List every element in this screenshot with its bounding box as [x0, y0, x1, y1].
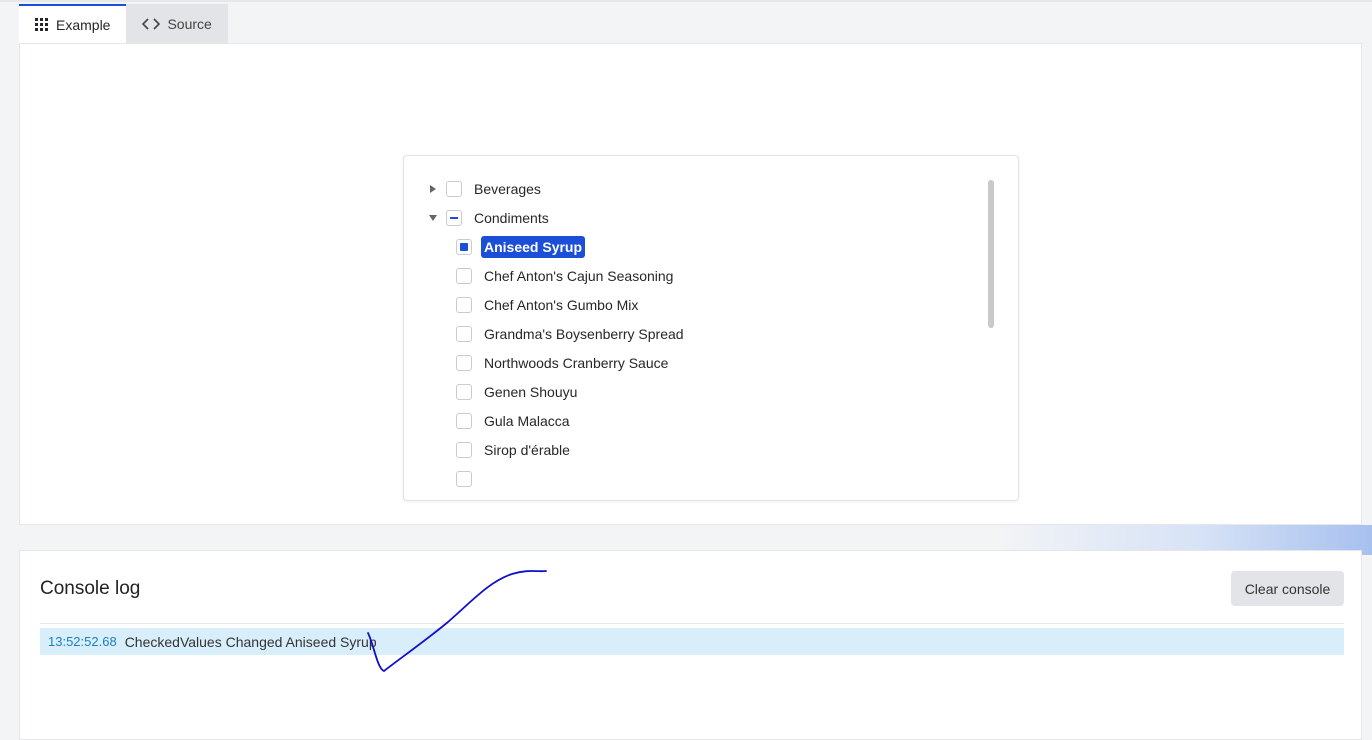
- example-panel: Beverages Condiments Aniseed Syrup Chef …: [19, 43, 1362, 525]
- tree-view: Beverages Condiments Aniseed Syrup Chef …: [403, 155, 1019, 501]
- caret-down-icon[interactable]: [426, 211, 440, 225]
- checkbox-aniseed-syrup[interactable]: [456, 238, 472, 255]
- checked-icon: [460, 242, 468, 251]
- tree-item[interactable]: Chef Anton's Gumbo Mix: [456, 290, 641, 319]
- tab-source[interactable]: Source: [126, 4, 228, 43]
- console-divider: [40, 623, 1344, 624]
- checkbox[interactable]: [456, 383, 472, 400]
- tree-node-condiments[interactable]: Condiments: [426, 203, 552, 232]
- tab-example-label: Example: [56, 17, 111, 33]
- caret-right-icon[interactable]: [426, 182, 440, 196]
- tree-item-partial[interactable]: [456, 464, 481, 488]
- tree-node-label: Chef Anton's Gumbo Mix: [484, 296, 639, 313]
- clear-console-button[interactable]: Clear console: [1231, 571, 1344, 606]
- tree-item[interactable]: Genen Shouyu: [456, 377, 580, 406]
- console-panel: Console log Clear console 13:52:52.68 Ch…: [19, 550, 1362, 740]
- checkbox[interactable]: [456, 325, 472, 342]
- checkbox[interactable]: [456, 296, 472, 313]
- tree-item[interactable]: Northwoods Cranberry Sauce: [456, 348, 671, 377]
- tree-node-label: Chef Anton's Cajun Seasoning: [484, 267, 674, 284]
- example-tabs: Example Source: [19, 4, 228, 44]
- checkbox[interactable]: [456, 470, 472, 487]
- tree-node-label: Sirop d'érable: [484, 441, 570, 458]
- code-icon: [142, 17, 161, 30]
- tree-item[interactable]: Gula Malacca: [456, 406, 573, 435]
- tree-node-beverages[interactable]: Beverages: [426, 174, 544, 203]
- tree-node-label: Gula Malacca: [484, 412, 570, 429]
- tree-node-label: Grandma's Boysenberry Spread: [484, 325, 684, 342]
- tab-source-label: Source: [167, 15, 212, 32]
- tree-node-label: Beverages: [474, 180, 541, 197]
- checkbox[interactable]: [456, 354, 472, 371]
- grid-icon: [35, 18, 49, 32]
- checkbox[interactable]: [456, 441, 472, 458]
- tab-example[interactable]: Example: [19, 4, 127, 44]
- checkbox[interactable]: [456, 267, 472, 284]
- indeterminate-icon: [450, 216, 458, 219]
- tree-viewport[interactable]: Beverages Condiments Aniseed Syrup Chef …: [404, 174, 984, 488]
- console-title: Console log: [40, 578, 141, 599]
- log-timestamp: 13:52:52.68: [48, 634, 117, 649]
- log-entry: 13:52:52.68 CheckedValues Changed Anisee…: [40, 628, 1344, 655]
- tree-node-label: Condiments: [474, 209, 549, 226]
- top-divider: [0, 0, 1372, 2]
- tree-item[interactable]: Aniseed Syrup: [456, 232, 586, 261]
- tree-item[interactable]: Chef Anton's Cajun Seasoning: [456, 261, 676, 290]
- tree-scrollbar[interactable]: [988, 180, 994, 328]
- checkbox[interactable]: [456, 412, 472, 429]
- checkbox-beverages[interactable]: [446, 180, 462, 197]
- tree-node-label: Genen Shouyu: [484, 383, 578, 400]
- tree-item[interactable]: Sirop d'érable: [456, 435, 573, 464]
- log-message: CheckedValues Changed Aniseed Syrup: [124, 633, 377, 650]
- checkbox-condiments[interactable]: [446, 209, 462, 226]
- tree-node-label: Aniseed Syrup: [481, 235, 586, 258]
- tree-node-label: Northwoods Cranberry Sauce: [484, 354, 669, 371]
- tree-item[interactable]: Grandma's Boysenberry Spread: [456, 319, 687, 348]
